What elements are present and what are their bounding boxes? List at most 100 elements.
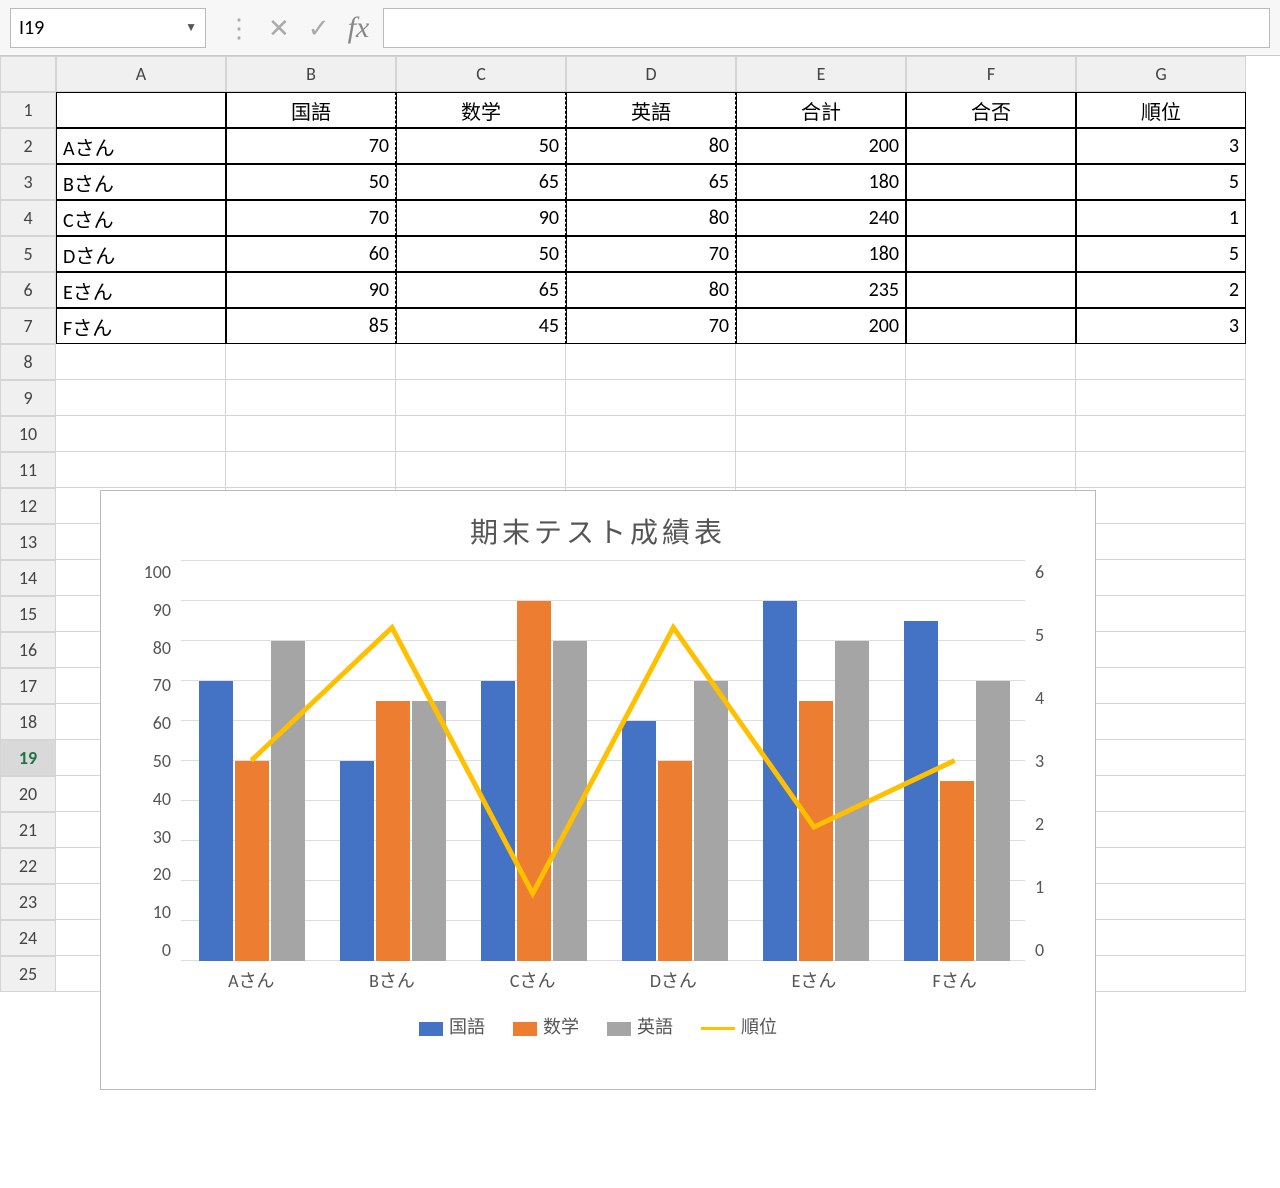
cell[interactable]: 80	[566, 200, 736, 236]
cell[interactable]: 3	[1076, 128, 1246, 164]
cell[interactable]	[396, 416, 566, 452]
cell[interactable]: 80	[566, 128, 736, 164]
cell[interactable]	[56, 380, 226, 416]
row-header[interactable]: 24	[0, 920, 56, 956]
column-header[interactable]: B	[226, 56, 396, 92]
cell[interactable]	[1076, 380, 1246, 416]
cell[interactable]: 200	[736, 128, 906, 164]
cell[interactable]: 85	[226, 308, 396, 344]
cell[interactable]: 65	[396, 272, 566, 308]
cell[interactable]: 70	[226, 128, 396, 164]
cell[interactable]: 60	[226, 236, 396, 272]
cell[interactable]	[396, 380, 566, 416]
row-header[interactable]: 16	[0, 632, 56, 668]
cell[interactable]	[226, 380, 396, 416]
cell[interactable]	[1076, 488, 1246, 524]
row-header[interactable]: 25	[0, 956, 56, 992]
cell[interactable]: 80	[566, 272, 736, 308]
cell[interactable]	[1076, 596, 1246, 632]
row-header[interactable]: 22	[0, 848, 56, 884]
cell[interactable]	[906, 416, 1076, 452]
chevron-down-icon[interactable]: ▼	[185, 20, 197, 35]
cell[interactable]: 70	[226, 200, 396, 236]
row-header[interactable]: 1	[0, 92, 56, 128]
chart[interactable]: 期末テスト成績表 1009080706050403020100 6543210 …	[100, 490, 1096, 1090]
cell[interactable]	[566, 344, 736, 380]
column-header[interactable]: F	[906, 56, 1076, 92]
cell[interactable]: 65	[396, 164, 566, 200]
cancel-icon[interactable]: ✕	[268, 12, 290, 44]
cell[interactable]: 90	[396, 200, 566, 236]
cell[interactable]	[1076, 920, 1246, 956]
cell[interactable]	[56, 416, 226, 452]
cell[interactable]	[566, 380, 736, 416]
name-box[interactable]: I19 ▼	[10, 8, 206, 48]
cell[interactable]	[396, 452, 566, 488]
cell[interactable]: 65	[566, 164, 736, 200]
cell[interactable]: 180	[736, 236, 906, 272]
cell[interactable]	[56, 344, 226, 380]
row-header[interactable]: 10	[0, 416, 56, 452]
cell[interactable]	[736, 416, 906, 452]
column-header[interactable]: E	[736, 56, 906, 92]
cell[interactable]: 90	[226, 272, 396, 308]
column-header[interactable]: A	[56, 56, 226, 92]
cell[interactable]	[396, 344, 566, 380]
cell[interactable]	[1076, 812, 1246, 848]
cell[interactable]	[906, 380, 1076, 416]
cell[interactable]	[1076, 956, 1246, 992]
cell[interactable]	[226, 344, 396, 380]
cell[interactable]: 200	[736, 308, 906, 344]
row-header[interactable]: 9	[0, 380, 56, 416]
cell[interactable]: 50	[226, 164, 396, 200]
cell[interactable]	[906, 272, 1076, 308]
cell[interactable]	[906, 128, 1076, 164]
row-header[interactable]: 4	[0, 200, 56, 236]
cell[interactable]	[1076, 704, 1246, 740]
cell[interactable]: 70	[566, 236, 736, 272]
cell[interactable]	[906, 452, 1076, 488]
cell[interactable]	[736, 452, 906, 488]
cell[interactable]: 3	[1076, 308, 1246, 344]
formula-input[interactable]	[383, 8, 1270, 48]
column-header[interactable]: C	[396, 56, 566, 92]
cell[interactable]: 45	[396, 308, 566, 344]
cell[interactable]: Dさん	[56, 236, 226, 272]
cell[interactable]: 数学	[396, 92, 566, 128]
cell[interactable]	[1076, 776, 1246, 812]
row-header[interactable]: 23	[0, 884, 56, 920]
cell[interactable]: Cさん	[56, 200, 226, 236]
cell[interactable]	[1076, 560, 1246, 596]
cell[interactable]: 英語	[566, 92, 736, 128]
row-header[interactable]: 11	[0, 452, 56, 488]
cell[interactable]	[226, 416, 396, 452]
row-header[interactable]: 14	[0, 560, 56, 596]
cell[interactable]: 50	[396, 236, 566, 272]
cell[interactable]: 235	[736, 272, 906, 308]
cell[interactable]	[906, 236, 1076, 272]
cell[interactable]	[1076, 632, 1246, 668]
row-header[interactable]: 15	[0, 596, 56, 632]
cell[interactable]: 5	[1076, 164, 1246, 200]
cell[interactable]: 合否	[906, 92, 1076, 128]
column-header[interactable]: G	[1076, 56, 1246, 92]
cell[interactable]: 50	[396, 128, 566, 164]
cell[interactable]: 240	[736, 200, 906, 236]
cell[interactable]	[1076, 524, 1246, 560]
cell[interactable]: Aさん	[56, 128, 226, 164]
confirm-icon[interactable]: ✓	[308, 12, 330, 44]
cell[interactable]: 合計	[736, 92, 906, 128]
cell[interactable]: 5	[1076, 236, 1246, 272]
row-header[interactable]: 20	[0, 776, 56, 812]
row-header[interactable]: 12	[0, 488, 56, 524]
cell[interactable]: Eさん	[56, 272, 226, 308]
cell[interactable]	[1076, 740, 1246, 776]
row-header[interactable]: 2	[0, 128, 56, 164]
cell[interactable]	[1076, 416, 1246, 452]
cell[interactable]	[736, 344, 906, 380]
cell[interactable]	[736, 380, 906, 416]
fx-icon[interactable]: fx	[348, 11, 370, 45]
cell[interactable]	[566, 416, 736, 452]
row-header[interactable]: 21	[0, 812, 56, 848]
row-header[interactable]: 7	[0, 308, 56, 344]
